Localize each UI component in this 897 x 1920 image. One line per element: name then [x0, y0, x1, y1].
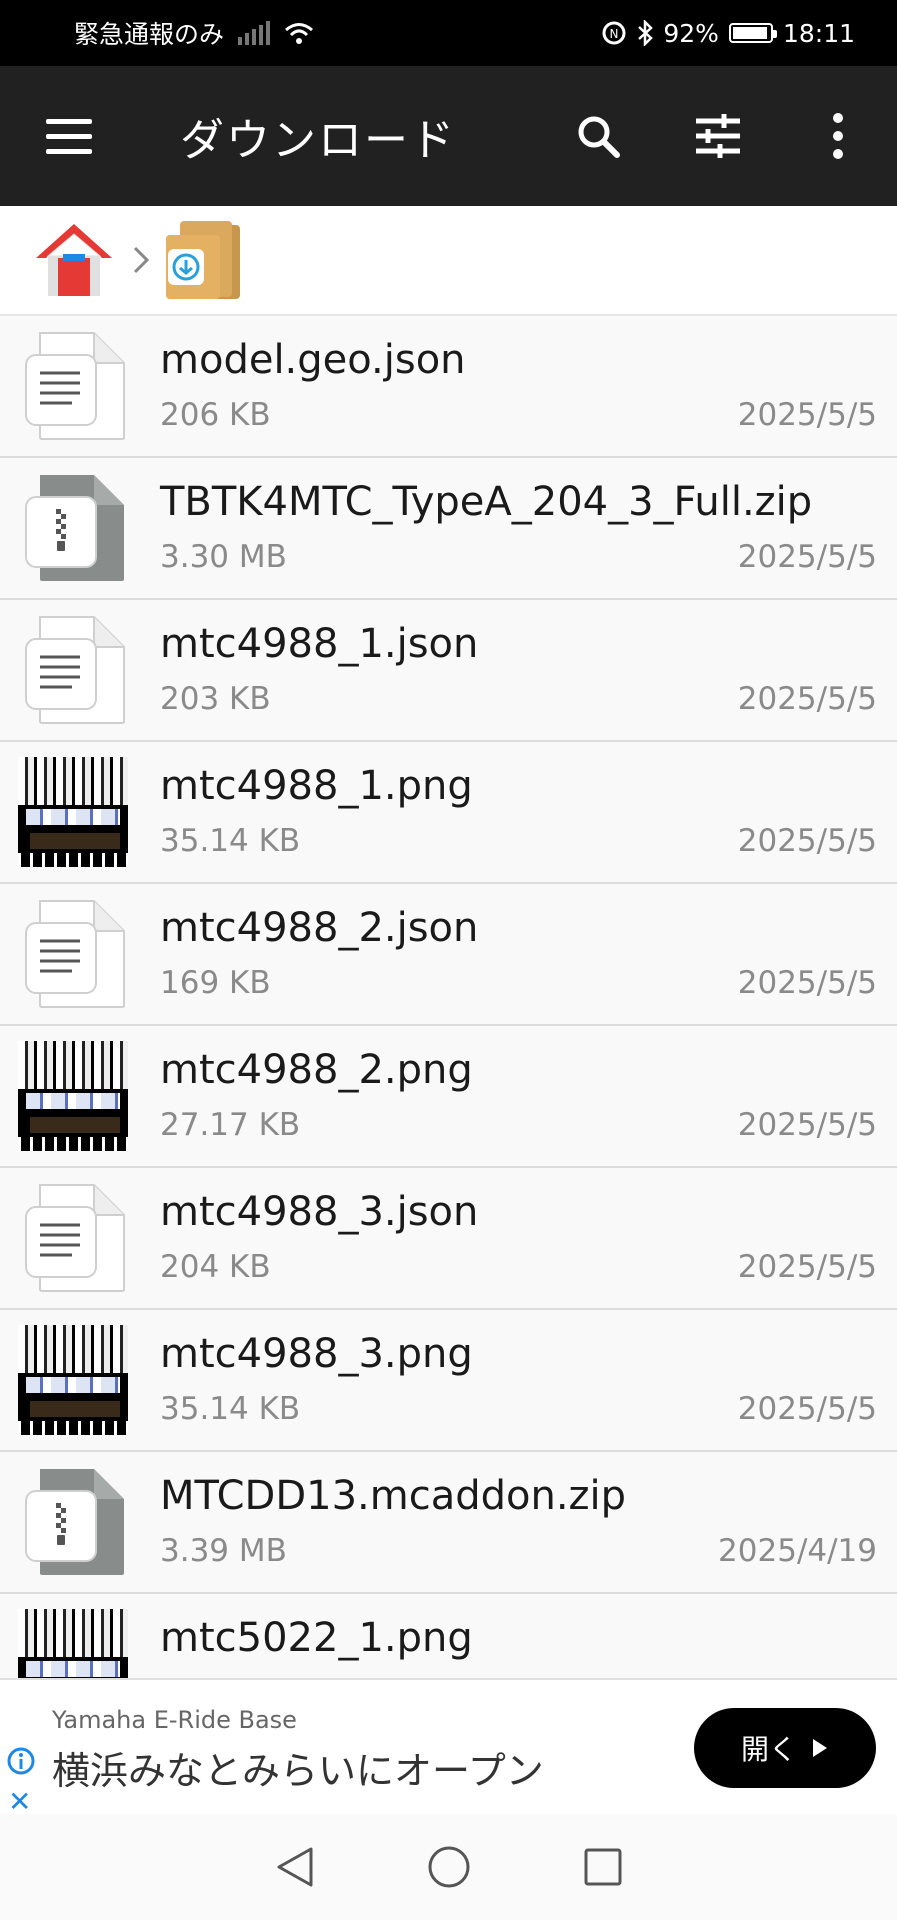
- image-thumbnail: [18, 1041, 128, 1151]
- ad-open-button[interactable]: 開く: [694, 1708, 876, 1788]
- home-icon[interactable]: [34, 222, 114, 298]
- file-size: 206 KB: [160, 397, 271, 433]
- text-file-icon: [18, 331, 128, 441]
- image-thumbnail: [18, 757, 128, 867]
- text-file-icon: [18, 615, 128, 725]
- file-date: 2025/5/5: [737, 823, 877, 859]
- file-size: 27.17 KB: [160, 1107, 301, 1143]
- file-row[interactable]: mtc4988_1.png 35.14 KB 2025/5/5: [0, 742, 897, 884]
- file-size: 204 KB: [160, 1249, 271, 1285]
- app-toolbar: ダウンロード: [0, 66, 897, 206]
- file-row[interactable]: MTCDD13.mcaddon.zip 3.39 MB 2025/4/19: [0, 1452, 897, 1594]
- ad-sponsor: Yamaha E-Ride Base: [52, 1706, 297, 1734]
- file-date: 2025/5/5: [737, 965, 877, 1001]
- file-name: model.geo.json: [160, 337, 466, 383]
- menu-icon[interactable]: [34, 101, 104, 171]
- image-thumbnail: [18, 1609, 128, 1678]
- file-date: 2025/5/5: [737, 1391, 877, 1427]
- file-name: mtc4988_2.png: [160, 1047, 473, 1093]
- file-info: mtc4988_1.json 203 KB 2025/5/5: [160, 599, 897, 741]
- file-size: 169 KB: [160, 965, 271, 1001]
- text-file-icon: [18, 899, 128, 1009]
- file-row[interactable]: mtc4988_2.png 27.17 KB 2025/5/5: [0, 1026, 897, 1168]
- file-size: 35.14 KB: [160, 1391, 301, 1427]
- info-icon[interactable]: [6, 1746, 36, 1776]
- file-list: model.geo.json 206 KB 2025/5/5 TBTK4MTC_Typ…: [0, 316, 897, 1678]
- battery-icon: [728, 23, 777, 43]
- status-bar: 緊急通報のみ N 92% 18:11: [0, 0, 897, 66]
- ad-headline: 横浜みなとみらいにオープン: [52, 1749, 544, 1793]
- file-size: 35.14 KB: [160, 823, 301, 859]
- bluetooth-icon: [638, 20, 654, 46]
- file-row[interactable]: TBTK4MTC_TypeA_204_3_Full.zip 3.30 MB 2025…: [0, 458, 897, 600]
- ad-open-label: 開く: [740, 1733, 797, 1766]
- filter-icon[interactable]: [683, 101, 753, 171]
- file-size: 3.39 MB: [160, 1533, 287, 1569]
- file-date: 2025/5/5: [737, 1107, 877, 1143]
- file-name: mtc4988_1.png: [160, 763, 473, 809]
- file-date: 2025/5/5: [737, 397, 877, 433]
- svg-text:N: N: [610, 27, 619, 41]
- file-info: mtc4988_2.png 27.17 KB 2025/5/5: [160, 1025, 897, 1167]
- battery-percent: 92%: [663, 18, 719, 48]
- file-info: mtc5022_1.png: [160, 1593, 897, 1678]
- file-row[interactable]: model.geo.json 206 KB 2025/5/5: [0, 316, 897, 458]
- ad-banner[interactable]: ✕ Yamaha E-Ride Base 横浜みなとみらいにオープン 開く: [0, 1678, 897, 1816]
- file-row[interactable]: mtc4988_2.json 169 KB 2025/5/5: [0, 884, 897, 1026]
- file-info: mtc4988_1.png 35.14 KB 2025/5/5: [160, 741, 897, 883]
- signal-icon: [238, 21, 271, 45]
- file-row[interactable]: mtc4988_1.json 203 KB 2025/5/5: [0, 600, 897, 742]
- file-info: mtc4988_2.json 169 KB 2025/5/5: [160, 883, 897, 1025]
- file-row[interactable]: mtc4988_3.json 204 KB 2025/5/5: [0, 1168, 897, 1310]
- chevron-right-icon: [133, 246, 150, 274]
- back-icon[interactable]: [273, 1845, 317, 1889]
- file-info: model.geo.json 206 KB 2025/5/5: [160, 316, 897, 457]
- search-icon[interactable]: [563, 101, 633, 171]
- file-info: TBTK4MTC_TypeA_204_3_Full.zip 3.30 MB 2025…: [160, 457, 897, 599]
- clock: 18:11: [782, 18, 855, 48]
- file-date: 2025/4/19: [718, 1533, 877, 1569]
- file-date: 2025/5/5: [737, 681, 877, 717]
- file-name: mtc4988_1.json: [160, 621, 479, 667]
- file-date: 2025/5/5: [737, 1249, 877, 1285]
- zip-file-icon: [18, 473, 128, 583]
- text-file-icon: [18, 1183, 128, 1293]
- file-name: MTCDD13.mcaddon.zip: [160, 1473, 627, 1519]
- image-thumbnail: [18, 1325, 128, 1435]
- zip-file-icon: [18, 1467, 128, 1577]
- carrier-text: 緊急通報のみ: [74, 20, 225, 49]
- file-info: mtc4988_3.json 204 KB 2025/5/5: [160, 1167, 897, 1309]
- recents-icon[interactable]: [581, 1845, 625, 1889]
- file-info: MTCDD13.mcaddon.zip 3.39 MB 2025/4/19: [160, 1451, 897, 1593]
- file-size: 203 KB: [160, 681, 271, 717]
- more-vert-icon[interactable]: [803, 101, 873, 171]
- data-saver-icon: N: [602, 21, 626, 45]
- file-name: mtc4988_3.png: [160, 1331, 473, 1377]
- file-name: mtc5022_1.png: [160, 1615, 473, 1661]
- wifi-icon: [285, 23, 313, 44]
- file-row[interactable]: mtc5022_1.png: [0, 1594, 897, 1678]
- downloads-folder-icon[interactable]: [164, 219, 244, 301]
- breadcrumb: [0, 206, 897, 316]
- close-icon[interactable]: ✕: [8, 1788, 31, 1816]
- play-arrow-icon: [813, 1739, 827, 1757]
- file-name: mtc4988_2.json: [160, 905, 479, 951]
- file-size: 3.30 MB: [160, 539, 287, 575]
- file-date: 2025/5/5: [737, 539, 877, 575]
- home-nav-icon[interactable]: [427, 1845, 471, 1889]
- page-title: ダウンロード: [180, 115, 456, 166]
- file-info: mtc4988_3.png 35.14 KB 2025/5/5: [160, 1309, 897, 1451]
- file-row[interactable]: mtc4988_3.png 35.14 KB 2025/5/5: [0, 1310, 897, 1452]
- system-nav-bar: [0, 1814, 897, 1920]
- file-name: mtc4988_3.json: [160, 1189, 479, 1235]
- file-name: TBTK4MTC_TypeA_204_3_Full.zip: [160, 479, 813, 525]
